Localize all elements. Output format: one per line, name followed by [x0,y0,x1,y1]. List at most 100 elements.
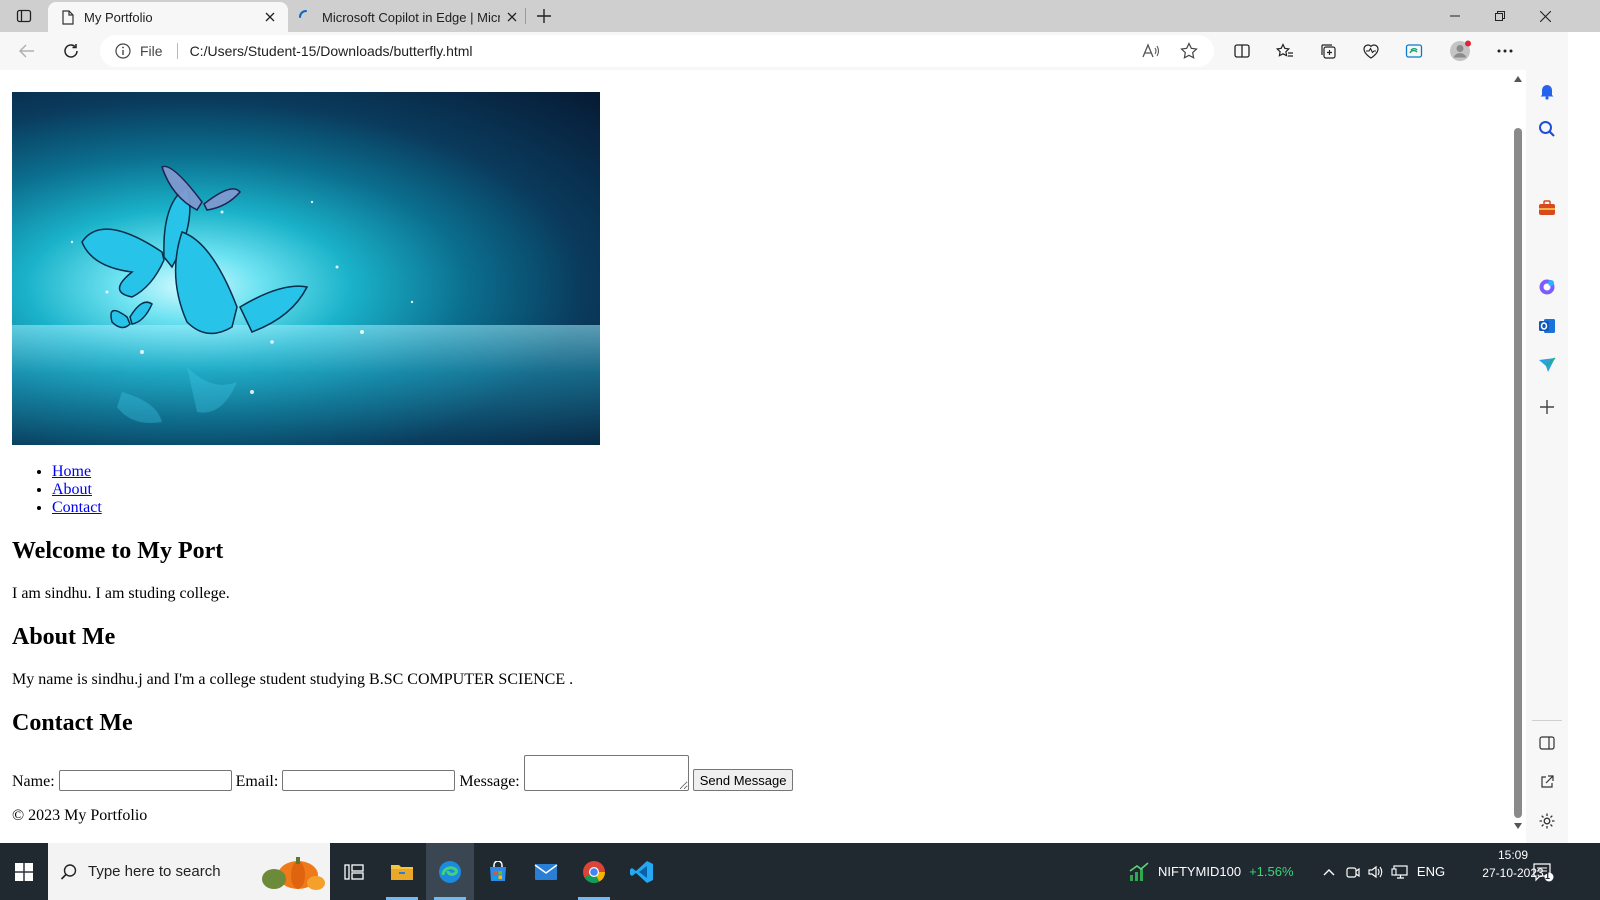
clock-date: 27-10-2023 [1482,866,1544,880]
portfolio-page: Home About Contact Welcome to My Port I … [12,70,1492,825]
more-options-icon[interactable] [1488,36,1522,66]
vscode-icon[interactable] [618,843,666,900]
tab-strip: My Portfolio Microsoft Copilot in Edge |… [0,0,1600,32]
contact-heading: Contact Me [12,710,133,736]
meet-camera-icon[interactable] [1342,843,1364,900]
tab-title: Microsoft Copilot in Edge | Micro [322,9,500,25]
settings-gear-icon[interactable] [1534,808,1560,834]
about-text: My name is sindhu.j and I'm a college st… [12,671,574,688]
favorite-star-icon[interactable] [1174,36,1204,66]
profile-avatar[interactable] [1443,36,1477,66]
scheme-label: File [140,43,163,59]
message-textarea[interactable] [523,755,689,791]
page-icon [60,9,76,25]
nav-item-about: About [52,481,1492,499]
email-label: Email: [235,773,279,790]
welcome-text: I am sindhu. I am studing college. [12,585,230,602]
nav-link-home[interactable]: Home [52,463,91,480]
search-icon[interactable] [1534,116,1560,142]
clock-time: 15:09 [1497,848,1529,862]
m365-icon[interactable] [1534,274,1560,300]
loading-icon [298,9,314,25]
open-external-icon[interactable] [1534,769,1560,795]
scroll-down-icon[interactable] [1514,823,1522,829]
mail-icon[interactable] [522,843,570,900]
close-tab-icon[interactable] [500,5,524,29]
hide-sidebar-icon[interactable] [1534,730,1560,756]
taskbar-search-box[interactable]: Type here to search [48,843,330,900]
drop-send-icon[interactable] [1534,352,1560,378]
welcome-heading: Welcome to My Port [12,538,224,564]
site-nav: Home About Contact [52,463,1492,517]
nav-link-contact[interactable]: Contact [52,499,102,516]
page-heading-clipped [12,70,1492,84]
chrome-icon[interactable] [570,843,618,900]
close-tab-icon[interactable] [258,5,282,29]
nav-item-home: Home [52,463,1492,481]
file-explorer-icon[interactable] [378,843,426,900]
nav-link-about[interactable]: About [52,481,92,498]
tab-actions-icon[interactable] [8,4,40,28]
favorites-icon[interactable] [1268,36,1302,66]
language-indicator[interactable]: ENG [1414,843,1448,900]
about-heading: About Me [12,624,116,650]
show-hidden-icons-chevron[interactable] [1318,843,1340,900]
butterfly-hero-image [12,92,600,445]
pumpkin-decoration-icon [256,849,326,891]
contact-form: Name: Email: Message: Send Message [12,755,1492,791]
url-text[interactable]: C:/Users/Student-15/Downloads/butterfly.… [190,43,1136,59]
read-aloud-icon[interactable] [1136,36,1166,66]
tools-briefcase-icon[interactable] [1534,195,1560,221]
address-bar[interactable]: File C:/Users/Student-15/Downloads/butte… [100,35,1214,67]
search-icon [60,863,78,881]
stock-ticker-widget[interactable]: NIFTYMID100 +1.56% [1128,843,1308,900]
edge-extension-icon[interactable] [1397,36,1431,66]
address-separator [176,43,178,59]
nav-item-contact: Contact [52,499,1492,517]
browser-essentials-icon[interactable] [1354,36,1388,66]
task-view-icon[interactable] [330,843,378,900]
network-icon[interactable] [1388,843,1412,900]
tab-copilot[interactable]: Microsoft Copilot in Edge | Micro [290,2,530,32]
info-icon[interactable] [114,42,132,60]
chart-up-icon [1128,861,1150,882]
new-tab-icon[interactable] [532,4,556,28]
collections-icon[interactable] [1311,36,1345,66]
close-window-icon[interactable] [1522,0,1568,32]
notifications-bell-icon[interactable] [1534,78,1560,104]
name-input[interactable] [58,770,232,791]
message-label: Message: [459,773,520,790]
split-screen-icon[interactable] [1225,36,1259,66]
name-label: Name: [12,773,55,790]
send-message-button[interactable]: Send Message [692,769,794,791]
email-input[interactable] [282,770,456,791]
refresh-icon[interactable] [56,36,86,66]
page-viewport: Home About Contact Welcome to My Port I … [4,70,1526,843]
page-scrollbar[interactable] [1510,70,1526,843]
system-clock[interactable]: 15:09 27-10-2023 [1478,846,1548,882]
add-sidebar-app-icon[interactable] [1534,394,1560,420]
sidebar-divider [1532,720,1562,721]
tab-separator [525,8,526,24]
language-text: ENG [1416,864,1446,879]
edge-taskbar-icon[interactable] [426,843,474,900]
outlook-icon[interactable] [1534,313,1560,339]
screen: My Portfolio Microsoft Copilot in Edge |… [0,0,1600,900]
tab-my-portfolio[interactable]: My Portfolio [48,2,288,32]
edge-sidebar [1526,32,1568,843]
volume-icon[interactable] [1364,843,1386,900]
scroll-thumb[interactable] [1514,128,1522,818]
ticker-name: NIFTYMID100 [1158,864,1242,879]
back-icon[interactable] [12,36,42,66]
windows-taskbar: Type here to search NIFTYMID100 +1.56% E… [0,843,1600,900]
tab-title: My Portfolio [84,9,153,25]
search-placeholder: Type here to search [88,863,221,880]
microsoft-store-icon[interactable] [474,843,522,900]
windows-start-icon[interactable] [0,843,48,900]
minimize-icon[interactable] [1432,0,1478,32]
browser-toolbar: File C:/Users/Student-15/Downloads/butte… [0,32,1568,70]
scroll-up-icon[interactable] [1514,76,1522,82]
restore-icon[interactable] [1477,0,1523,32]
ticker-change: +1.56% [1249,864,1294,879]
page-footer: © 2023 My Portfolio [12,807,148,824]
